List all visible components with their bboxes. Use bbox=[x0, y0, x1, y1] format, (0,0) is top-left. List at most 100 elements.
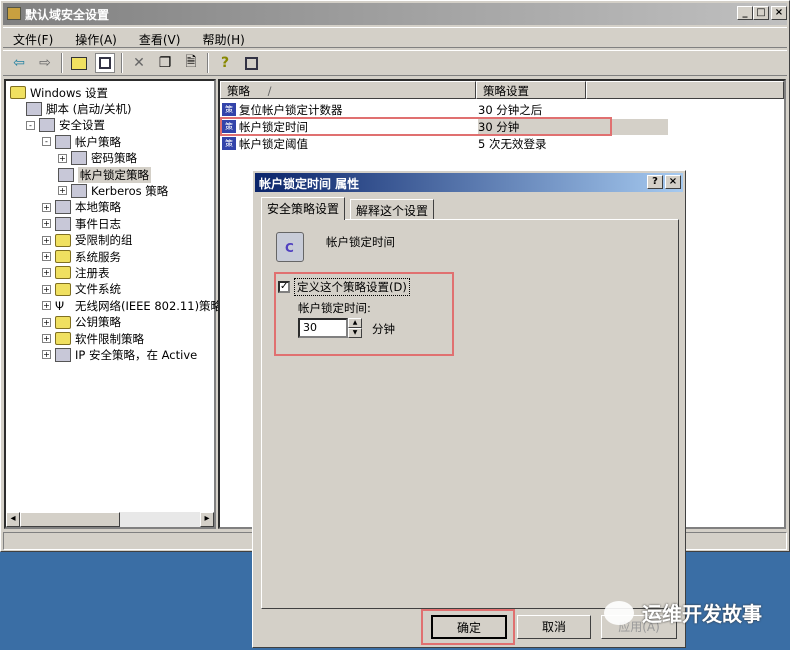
tree-pane: Windows 设置 脚本 (启动/关机) - 安全设置 - 帐户策略 + 密码策略 帐户锁定策… bbox=[4, 79, 222, 529]
tree-item[interactable]: 脚本 (启动/关机) bbox=[26, 100, 132, 117]
close-button[interactable]: × bbox=[771, 6, 787, 20]
folder-icon bbox=[55, 233, 71, 247]
tree-item[interactable]: + 密码策略 bbox=[58, 150, 137, 167]
tree-item[interactable]: 帐户锁定策略 bbox=[58, 166, 151, 183]
show-tree-icon[interactable] bbox=[95, 53, 115, 73]
spin-up-icon[interactable]: ▲ bbox=[348, 318, 362, 328]
tree-item[interactable]: + Ψ 无线网络(IEEE 802.11)策略 bbox=[42, 297, 222, 314]
policy-icon: 策 bbox=[222, 137, 236, 150]
cancel-button[interactable]: 取消 bbox=[517, 615, 591, 639]
tree-item[interactable]: - 帐户策略 bbox=[42, 133, 121, 150]
policy-setting-cell: 30 分钟之后 bbox=[478, 102, 543, 117]
tree-item[interactable]: - 安全设置 bbox=[26, 117, 105, 134]
tree-horizontal-scrollbar[interactable]: ◂ ▸ bbox=[6, 512, 214, 527]
menu-action[interactable]: 操作(A) bbox=[75, 31, 117, 47]
menu-file[interactable]: 文件(F) bbox=[13, 31, 53, 47]
expand-icon[interactable]: + bbox=[42, 350, 51, 360]
console-icon[interactable] bbox=[241, 53, 261, 73]
lockout-duration-spinner[interactable]: ▲ ▼ bbox=[348, 318, 362, 338]
script-icon bbox=[26, 101, 42, 116]
tree-item[interactable]: + 本地策略 bbox=[42, 199, 121, 216]
policy-name-cell: 复位帐户锁定计数器 bbox=[239, 102, 343, 117]
expand-icon[interactable]: + bbox=[42, 235, 51, 245]
maximize-button[interactable]: □ bbox=[753, 6, 769, 20]
policy-icon: C bbox=[276, 232, 304, 262]
lockout-duration-input[interactable]: 30 bbox=[298, 318, 348, 338]
table-row[interactable]: 策复位帐户锁定计数器 30 分钟之后 bbox=[222, 101, 682, 118]
scroll-left-icon[interactable]: ◂ bbox=[6, 512, 20, 527]
dialog-title-bar: 帐户锁定时间 属性 ? × bbox=[255, 173, 683, 192]
expand-icon[interactable]: + bbox=[42, 202, 51, 212]
tree-item-label: IP 安全策略，在 Active bbox=[75, 347, 198, 362]
folder-icon bbox=[55, 266, 71, 280]
expand-icon[interactable]: + bbox=[42, 317, 51, 327]
tree-item-label: 受限制的组 bbox=[75, 233, 133, 248]
menu-help[interactable]: 帮助(H) bbox=[202, 31, 244, 47]
define-policy-checkbox[interactable]: ✓ bbox=[278, 281, 290, 293]
watermark: 运维开发故事 bbox=[604, 598, 762, 627]
tree-item[interactable]: + IP 安全策略，在 Active bbox=[42, 346, 197, 363]
ipsec-icon bbox=[55, 347, 71, 362]
antenna-icon: Ψ bbox=[55, 298, 65, 313]
policy-icon bbox=[71, 151, 87, 166]
tree-item-label: Windows 设置 bbox=[30, 85, 108, 100]
tree-item[interactable]: + 事件日志 bbox=[42, 215, 121, 232]
spin-down-icon[interactable]: ▼ bbox=[348, 328, 362, 338]
folder-icon bbox=[10, 86, 26, 99]
tab-explain-setting[interactable]: 解释这个设置 bbox=[350, 199, 435, 220]
policy-icon bbox=[55, 134, 71, 149]
expand-icon[interactable]: + bbox=[42, 334, 51, 343]
policy-icon bbox=[58, 167, 74, 182]
collapse-icon[interactable]: - bbox=[42, 137, 51, 147]
back-icon[interactable]: ⇦ bbox=[9, 53, 29, 73]
expand-icon[interactable]: + bbox=[42, 219, 51, 229]
expand-icon[interactable]: + bbox=[42, 284, 51, 294]
tree-item[interactable]: + Kerberos 策略 bbox=[58, 182, 168, 199]
column-header-setting[interactable]: 策略设置 bbox=[476, 81, 586, 99]
toolbar: ⇦ ⇨ ✕ ❐ 🗎 ? bbox=[3, 50, 787, 76]
export-icon[interactable]: 🗎 bbox=[181, 53, 201, 73]
tree-item[interactable]: Windows 设置 bbox=[10, 84, 108, 101]
properties-icon[interactable]: ❐ bbox=[155, 53, 175, 73]
policy-name: 帐户锁定时间 bbox=[326, 235, 395, 249]
expand-icon[interactable]: + bbox=[42, 252, 51, 261]
forward-icon[interactable]: ⇨ bbox=[35, 53, 55, 73]
tree-item[interactable]: + 软件限制策略 bbox=[42, 330, 144, 347]
toolbar-separator bbox=[61, 53, 63, 73]
policy-setting-cell: 5 次无效登录 bbox=[478, 136, 547, 151]
unit-label: 分钟 bbox=[372, 322, 395, 336]
tree-item-label: 脚本 (启动/关机) bbox=[46, 101, 132, 116]
define-policy-checkbox-row[interactable]: ✓ 定义这个策略设置(D) bbox=[278, 278, 410, 296]
minimize-button[interactable]: _ bbox=[737, 6, 753, 20]
dialog-help-button[interactable]: ? bbox=[647, 175, 663, 189]
tree-item[interactable]: + 系统服务 bbox=[42, 248, 121, 265]
tab-security-policy-setting[interactable]: 安全策略设置 bbox=[261, 197, 346, 220]
expand-icon[interactable]: + bbox=[42, 301, 51, 311]
tree-item[interactable]: + 公钥策略 bbox=[42, 314, 121, 331]
policy-icon bbox=[71, 183, 87, 198]
column-header-label: 策略 bbox=[227, 84, 250, 98]
column-header-policy[interactable]: 策略 / bbox=[220, 81, 476, 99]
scroll-right-icon[interactable]: ▸ bbox=[200, 512, 214, 527]
tree-item[interactable]: + 注册表 bbox=[42, 264, 110, 281]
collapse-icon[interactable]: - bbox=[26, 120, 35, 130]
tree-item-label: 文件系统 bbox=[75, 282, 121, 297]
expand-icon[interactable]: + bbox=[42, 268, 51, 278]
tree-item[interactable]: + 受限制的组 bbox=[42, 232, 133, 249]
scroll-thumb[interactable] bbox=[20, 512, 120, 527]
up-folder-icon[interactable] bbox=[69, 53, 89, 73]
table-row[interactable]: 策帐户锁定阈值 5 次无效登录 bbox=[222, 135, 682, 152]
help-icon[interactable]: ? bbox=[215, 53, 235, 73]
dialog-close-button[interactable]: × bbox=[665, 175, 681, 189]
window-title: 默认域安全设置 bbox=[25, 8, 110, 22]
tab-page: C 帐户锁定时间 ✓ 定义这个策略设置(D) 帐户锁定时间: 30 ▲ ▼ 分钟 bbox=[261, 219, 679, 609]
policy-name-cell: 帐户锁定阈值 bbox=[239, 136, 308, 151]
expand-icon[interactable]: + bbox=[58, 186, 67, 196]
window-title-bar: 默认域安全设置 _ □ × bbox=[3, 3, 787, 25]
tree-item[interactable]: + 文件系统 bbox=[42, 281, 121, 298]
tree-item-label: 安全设置 bbox=[59, 118, 105, 133]
delete-icon[interactable]: ✕ bbox=[129, 53, 149, 73]
expand-icon[interactable]: + bbox=[58, 153, 67, 163]
ok-button[interactable]: 确定 bbox=[431, 615, 507, 639]
menu-view[interactable]: 查看(V) bbox=[139, 31, 181, 47]
